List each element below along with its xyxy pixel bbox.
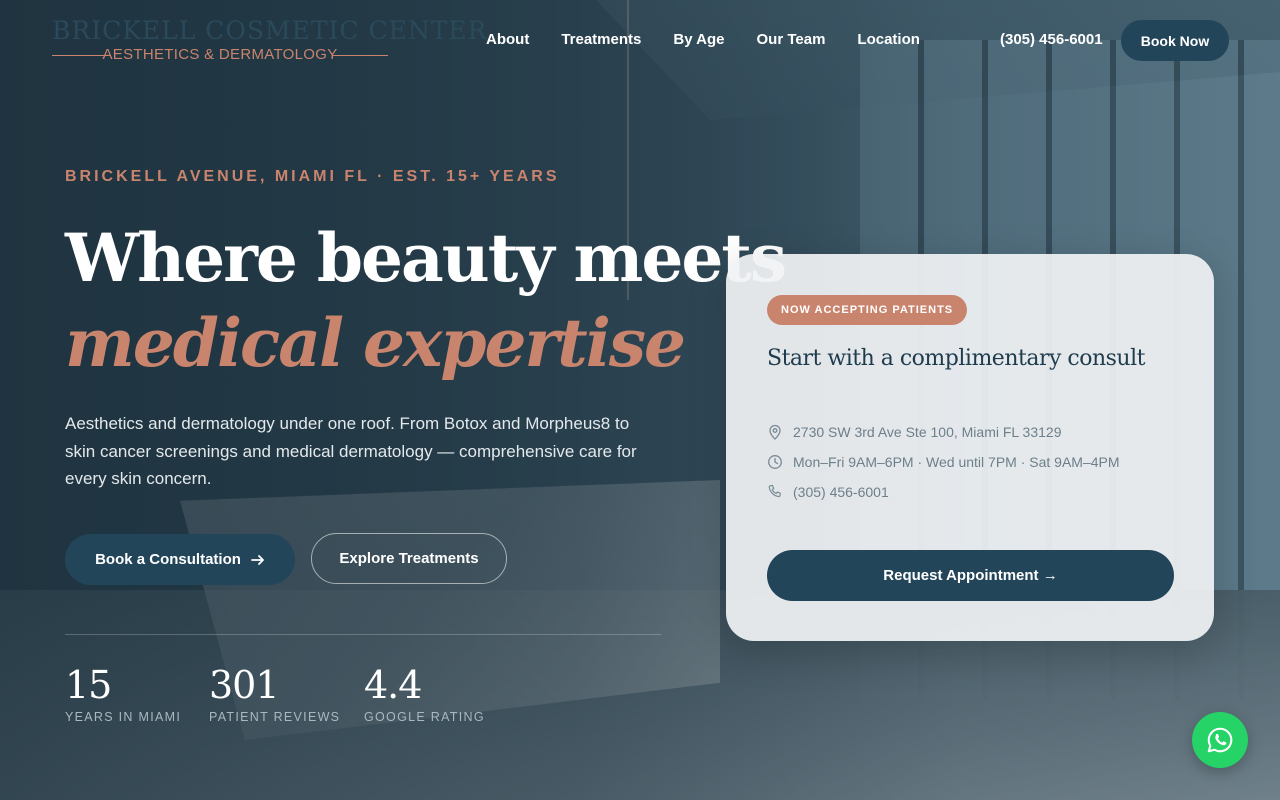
request-appointment-button[interactable]: Request Appointment → (767, 550, 1174, 601)
stat-reviews: 301 PATIENT REVIEWS (209, 662, 340, 724)
stat-value: 4.4 (364, 663, 422, 707)
nav-item-by-age[interactable]: By Age (673, 31, 724, 48)
whatsapp-button[interactable] (1192, 712, 1248, 768)
whatsapp-icon (1207, 727, 1233, 753)
stat-label: YEARS IN MIAMI (65, 710, 182, 724)
stat-years: 15 YEARS IN MIAMI (65, 662, 181, 724)
stat-label: PATIENT REVIEWS (209, 710, 341, 724)
nav-item-our-team[interactable]: Our Team (757, 31, 826, 48)
stats-divider (65, 634, 661, 635)
nav-item-about[interactable]: About (486, 31, 529, 48)
hero-headline-accent: medical expertise (65, 304, 686, 382)
arrow-right-icon (251, 554, 264, 565)
logo-tagline: AESTHETICS & DERMATOLOGY (52, 46, 388, 64)
phone-text[interactable]: (305) 456-6001 (793, 484, 889, 500)
clock-icon (768, 455, 782, 469)
hours-row: Mon–Fri 9AM–6PM · Wed until 7PM · Sat 9A… (767, 454, 1120, 470)
main-nav: About Treatments By Age Our Team Locatio… (486, 31, 920, 48)
book-consultation-label: Book a Consultation (95, 551, 241, 568)
stat-label: GOOGLE RATING (364, 710, 485, 724)
explore-treatments-button[interactable]: Explore Treatments (311, 533, 507, 584)
nav-item-location[interactable]: Location (857, 31, 920, 48)
accepting-patients-badge: NOW ACCEPTING PATIENTS (767, 295, 968, 325)
header-phone-link[interactable]: (305) 456-6001 (1000, 31, 1103, 48)
hero-lead: Aesthetics and dermatology under one roo… (65, 414, 637, 488)
stat-rating: 4.4 GOOGLE RATING (364, 662, 485, 724)
nav-item-treatments[interactable]: Treatments (561, 31, 641, 48)
logo-name: BRICKELL COSMETIC CENTER (52, 16, 488, 45)
phone-row[interactable]: (305) 456-6001 (767, 484, 889, 500)
phone-icon (768, 484, 781, 498)
consult-card-title: Start with a complimentary consult (767, 346, 1145, 371)
address-row: 2730 SW 3rd Ave Ste 100, Miami FL 33129 (767, 424, 1062, 440)
hours-text: Mon–Fri 9AM–6PM · Wed until 7PM · Sat 9A… (793, 454, 1120, 470)
address-text: 2730 SW 3rd Ave Ste 100, Miami FL 33129 (793, 424, 1062, 440)
stat-value: 15 (65, 663, 112, 707)
hero-eyebrow: BRICKELL AVENUE, MIAMI FL · EST. 15+ YEA… (65, 168, 560, 185)
stat-value: 301 (209, 663, 280, 707)
map-pin-icon (769, 424, 781, 440)
site-logo[interactable]: BRICKELL COSMETIC CENTER AESTHETICS & DE… (52, 16, 488, 64)
book-consultation-button[interactable]: Book a Consultation (65, 534, 295, 585)
consult-card: NOW ACCEPTING PATIENTS Start with a comp… (726, 254, 1214, 641)
hero-headline: Where beauty meets (65, 219, 787, 297)
book-now-button[interactable]: Book Now (1121, 20, 1229, 61)
